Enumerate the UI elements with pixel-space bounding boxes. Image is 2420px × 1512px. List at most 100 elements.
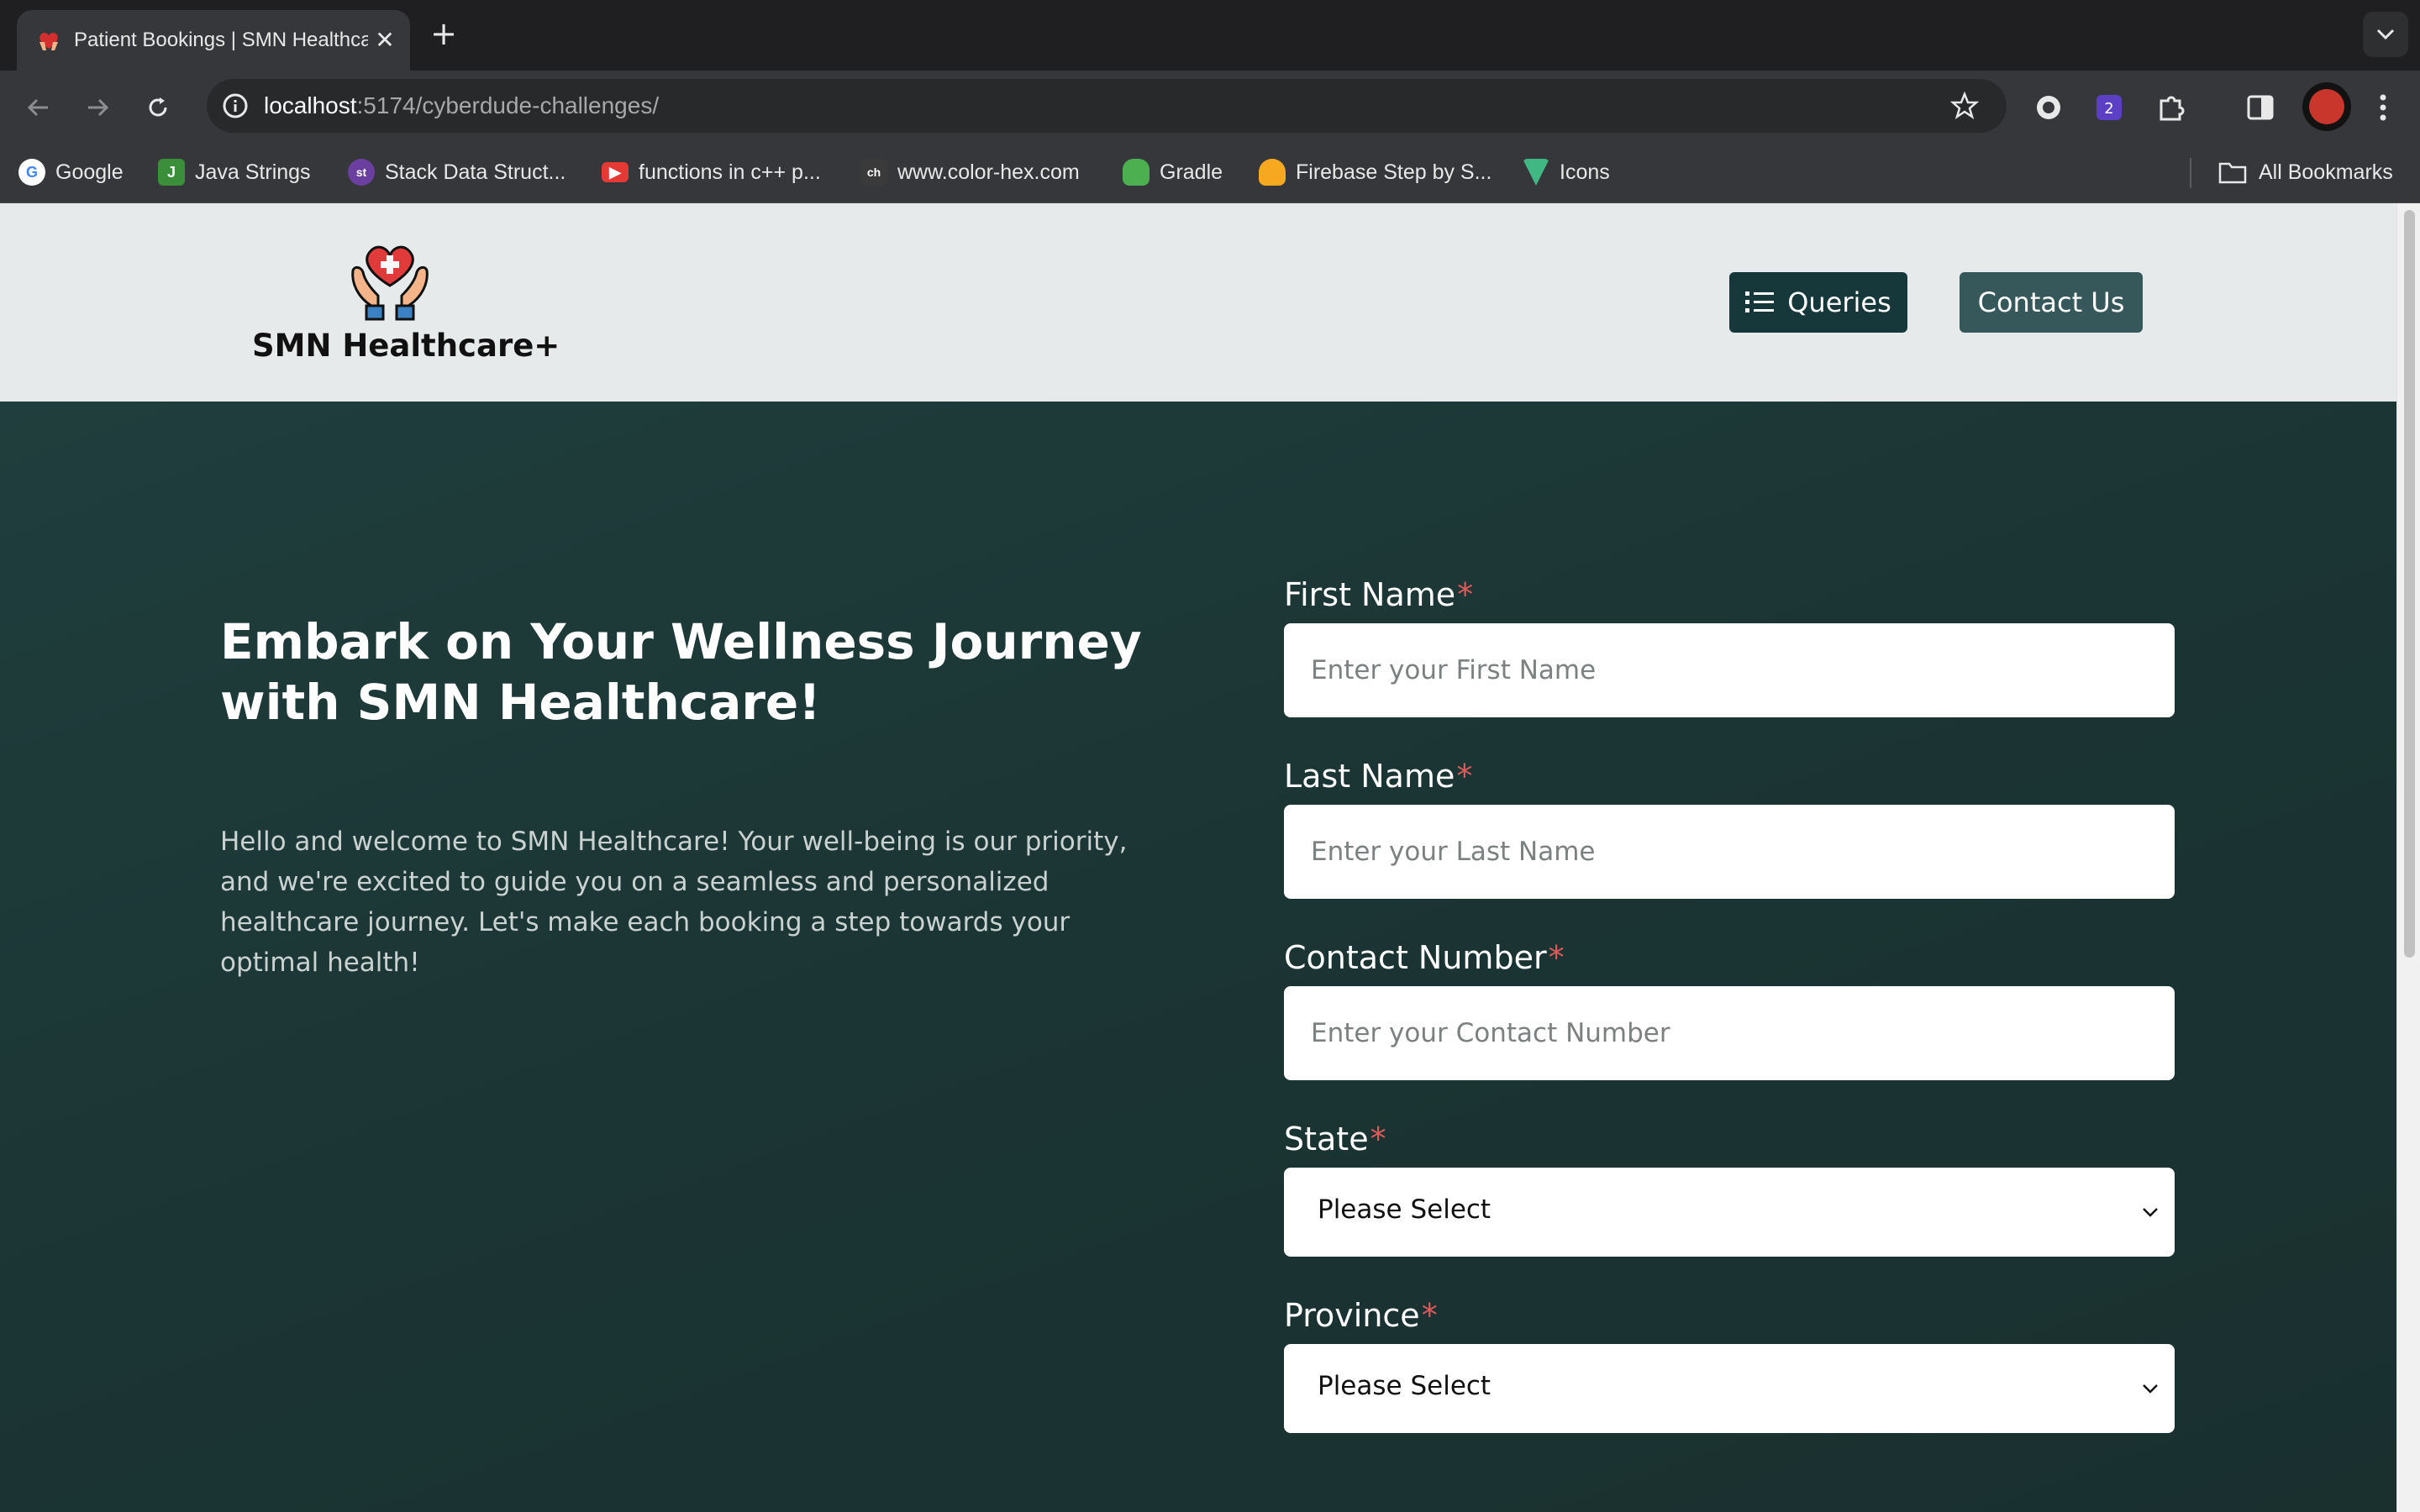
state-label-text: State <box>1284 1121 1369 1158</box>
svg-text:2: 2 <box>2104 100 2113 118</box>
url-text[interactable]: localhost:5174/cyberdude-challenges/ <box>264 92 659 119</box>
hero-title-line-1: Embark on Your Wellness Journey <box>220 613 1142 670</box>
bookmark-label: Gradle <box>1160 160 1223 184</box>
healthcare-favicon-icon <box>39 33 58 50</box>
province-select[interactable]: Please Select <box>1284 1344 2175 1433</box>
color-hex-icon: ch <box>860 159 887 186</box>
contact-us-button[interactable]: Contact Us <box>1960 272 2143 333</box>
bookmarks-bar: G Google J Java Strings st Stack Data St… <box>0 141 2420 203</box>
browser-tab-active[interactable]: Patient Bookings | SMN Healthcare ✕ <box>17 10 410 71</box>
bookmark-star-icon[interactable] <box>1944 86 1985 126</box>
state-label: State* <box>1284 1121 1386 1158</box>
google-icon: G <box>18 159 45 186</box>
hero-intro-line-2: and we're excited to guide you on a seam… <box>220 867 1050 897</box>
bookmark-functions-cpp[interactable]: ▶ functions in c++ p... <box>602 156 821 188</box>
bookmarks-divider <box>2190 158 2191 188</box>
site-header: SMN Healthcare+ Queries Contact Us <box>0 203 2396 402</box>
forward-button[interactable] <box>77 87 118 128</box>
reload-button[interactable] <box>138 87 178 128</box>
bookmark-gradle[interactable]: Gradle <box>1123 156 1223 188</box>
hero-intro-text: Hello and welcome to SMN Healthcare! You… <box>220 822 1136 983</box>
hero-title: Embark on Your Wellness Journey with SMN… <box>220 612 1144 732</box>
bookmark-label: Icons <box>1560 160 1610 184</box>
youtube-icon: ▶ <box>602 162 629 182</box>
healthcare-hands-heart-icon <box>351 245 429 321</box>
bookmark-firebase[interactable]: Firebase Step by S... <box>1259 156 1491 188</box>
contact-number-label: Contact Number* <box>1284 939 1565 976</box>
brand-name: SMN Healthcare+ <box>252 328 560 364</box>
required-mark: * <box>1421 1297 1438 1334</box>
arrow-right-icon <box>88 98 109 117</box>
site-info-icon[interactable] <box>215 86 255 126</box>
bookmark-color-hex[interactable]: ch www.color-hex.com <box>860 156 1080 188</box>
booking-form: First Name* Last Name* Contact Number* S… <box>1284 402 2175 1512</box>
all-bookmarks-label: All Bookmarks <box>2259 160 2393 184</box>
browser-tab-bar: Patient Bookings | SMN Healthcare ✕ + <box>0 0 2420 71</box>
back-button[interactable] <box>18 87 59 128</box>
address-bar[interactable]: localhost:5174/cyberdude-challenges/ <box>207 79 2007 133</box>
contact-number-field[interactable] <box>1284 986 2175 1080</box>
scrollbar-thumb[interactable] <box>2404 210 2415 958</box>
bookmark-icons[interactable]: Icons <box>1523 156 1610 188</box>
url-path: :5174/cyberdude-challenges/ <box>356 92 660 118</box>
new-tab-button[interactable]: + <box>427 17 460 50</box>
bookmark-label: Java Strings <box>195 160 311 184</box>
list-icon <box>1745 291 1775 312</box>
required-mark: * <box>1370 1121 1386 1158</box>
avatar-image <box>2309 89 2344 124</box>
menu-kebab-icon[interactable] <box>2365 89 2402 126</box>
bookmark-label: Google <box>55 160 124 184</box>
state-selected-value: Please Select <box>1318 1194 1491 1225</box>
chevron-down-icon <box>2143 1384 2158 1394</box>
extension-circle-icon[interactable] <box>2030 89 2067 126</box>
bookmark-google[interactable]: G Google <box>18 156 124 188</box>
contact-number-label-text: Contact Number <box>1284 939 1547 976</box>
bookmark-stack-data[interactable]: st Stack Data Struct... <box>348 156 566 188</box>
folder-icon <box>2218 162 2247 184</box>
java-strings-icon: J <box>158 159 185 186</box>
bookmark-label: www.color-hex.com <box>897 160 1080 184</box>
province-selected-value: Please Select <box>1318 1371 1491 1401</box>
queries-button[interactable]: Queries <box>1729 272 1907 333</box>
all-bookmarks-button[interactable]: All Bookmarks <box>2218 156 2393 188</box>
arrow-left-icon <box>27 98 48 117</box>
bookmark-label: Firebase Step by S... <box>1296 160 1492 184</box>
first-name-field[interactable] <box>1284 623 2175 717</box>
contact-us-label: Contact Us <box>1977 286 2125 318</box>
state-select[interactable]: Please Select <box>1284 1168 2175 1257</box>
bookmark-java-strings[interactable]: J Java Strings <box>158 156 311 188</box>
reload-icon <box>149 97 167 117</box>
booking-hero-section: Embark on Your Wellness Journey with SMN… <box>0 402 2396 1512</box>
first-name-label: First Name* <box>1284 576 1473 613</box>
brand-logo[interactable]: SMN Healthcare+ <box>252 237 560 371</box>
required-mark: * <box>1457 576 1474 613</box>
hero-title-line-2: with SMN Healthcare! <box>220 674 821 731</box>
url-host: localhost <box>264 92 357 118</box>
province-label-text: Province <box>1284 1297 1420 1334</box>
bookmark-label: Stack Data Struct... <box>385 160 566 184</box>
chevron-down-icon <box>2143 1208 2158 1217</box>
page-scrollbar[interactable] <box>2396 203 2420 1512</box>
hero-intro-line-1: Hello and welcome to SMN Healthcare! You… <box>220 827 1128 857</box>
chevron-down-icon <box>2376 29 2395 40</box>
side-panel-icon[interactable] <box>2242 89 2279 126</box>
extension-badge-icon[interactable]: 2 <box>2091 89 2128 126</box>
queries-label: Queries <box>1787 286 1891 318</box>
browser-toolbar: localhost:5174/cyberdude-challenges/ 2 <box>0 71 2420 141</box>
extensions-puzzle-icon[interactable] <box>2153 89 2190 126</box>
icons-site-icon <box>1523 159 1549 186</box>
hero-intro-line-4: optimal health! <box>220 948 420 978</box>
tab-title: Patient Bookings | SMN Healthcare <box>74 29 368 51</box>
bookmark-label: functions in c++ p... <box>639 160 821 184</box>
last-name-label-text: Last Name <box>1284 758 1455 795</box>
tab-close-icon[interactable]: ✕ <box>370 25 400 55</box>
province-label: Province* <box>1284 1297 1438 1334</box>
first-name-label-text: First Name <box>1284 576 1456 613</box>
stack-data-icon: st <box>348 159 375 186</box>
profile-avatar[interactable] <box>2302 82 2351 131</box>
page-viewport: SMN Healthcare+ Queries Contact Us Embar… <box>0 203 2396 1512</box>
tab-search-button[interactable] <box>2363 12 2408 57</box>
hero-intro-line-3: healthcare journey. Let's make each book… <box>220 907 1071 937</box>
gradle-icon <box>1123 159 1150 186</box>
last-name-field[interactable] <box>1284 805 2175 899</box>
